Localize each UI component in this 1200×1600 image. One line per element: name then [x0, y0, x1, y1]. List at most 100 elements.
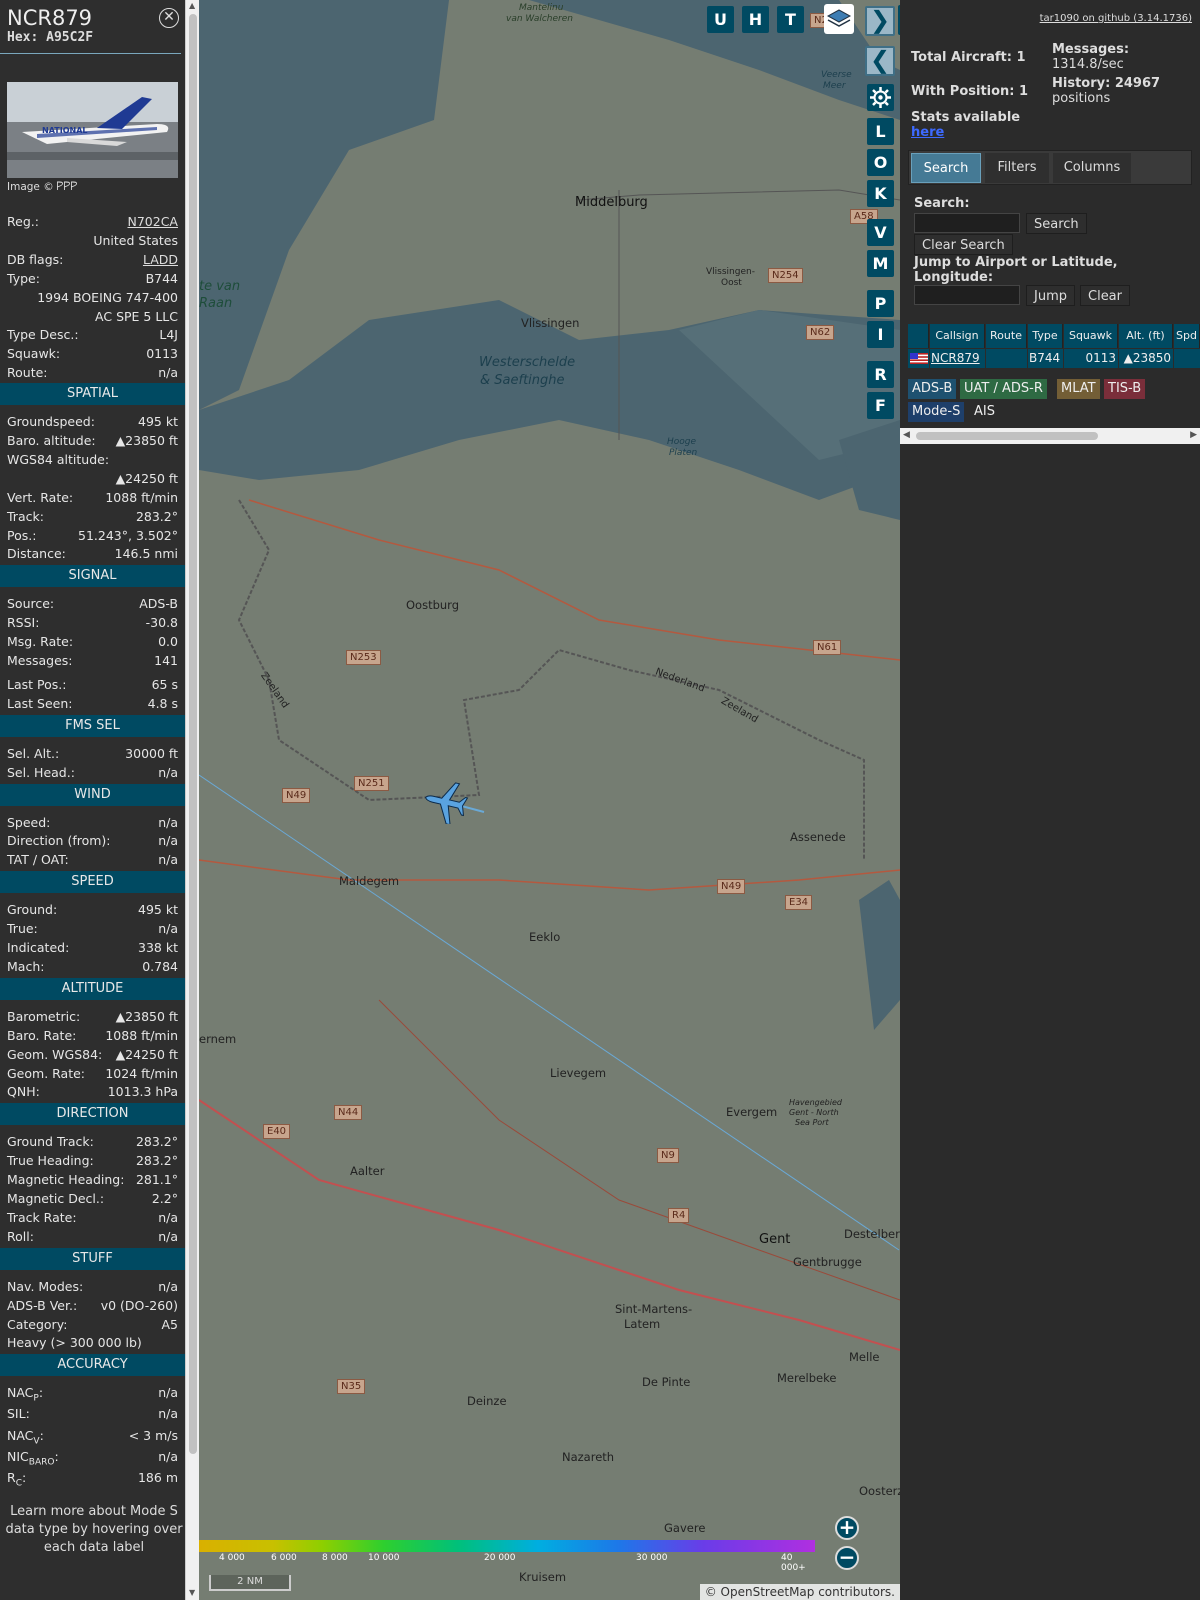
detail-label: NICBARO: [7, 1448, 59, 1468]
map-label: Oostburg [406, 598, 460, 612]
tab-filters[interactable]: Filters [985, 153, 1049, 183]
detail-value: United States [93, 232, 178, 248]
collapse-sidebar-icon[interactable]: ❮ [865, 46, 895, 76]
detail-label: True: [7, 921, 38, 937]
map-view[interactable]: Middelburg Vlissingen Westerschelde & Sa… [199, 0, 900, 1600]
toolbar-button-h[interactable]: H [742, 6, 769, 33]
detail-value[interactable]: N702CA [128, 212, 179, 231]
road-shield: N49 [717, 879, 746, 894]
detail-label: Distance: [7, 546, 66, 562]
road-shield: N9 [657, 1148, 679, 1163]
map-label: Melle [849, 1350, 880, 1364]
legend-tick: 30 000 [636, 1553, 668, 1563]
detail-value: 1013.3 hPa [107, 1084, 178, 1100]
map-label: Sea Port [795, 1118, 829, 1127]
aircraft-photo[interactable]: NATIONAL [7, 82, 178, 178]
gear-icon [870, 87, 891, 108]
detail-value: 0.0 [158, 634, 178, 650]
section-header-wind: WIND [0, 783, 185, 806]
section-header-fms-sel: FMS SEL [0, 714, 185, 737]
version-link[interactable]: tar1090 on github (3.14.1736) [1040, 13, 1192, 24]
detail-row: RSSI: -30.8 [7, 613, 178, 632]
map-button-r[interactable]: R [867, 361, 894, 388]
selected-panel-scrollbar[interactable]: ▲ ▼ [185, 0, 199, 1600]
expand-sidebar-icon[interactable]: ❯ [865, 6, 895, 36]
scrollbar-thumb[interactable] [916, 432, 1098, 440]
settings-gear-icon[interactable] [867, 84, 894, 111]
detail-row: Sel. Alt.: 30000 ft [7, 744, 178, 763]
map-button-v[interactable]: V [867, 219, 894, 246]
table-horizontal-scrollbar[interactable]: ◀ ▶ [900, 428, 1200, 444]
detail-label: Baro. altitude: [7, 433, 96, 448]
source-chip-ais: AIS [974, 404, 995, 419]
aircraft-marker[interactable] [421, 780, 469, 824]
detail-value: n/a [158, 814, 178, 830]
detail-value: n/a [158, 1406, 178, 1422]
detail-label: Route: [7, 365, 48, 381]
clear-search-button[interactable]: Clear Search [914, 234, 1013, 255]
search-input[interactable] [914, 213, 1020, 233]
detail-label: Ground: [7, 902, 58, 918]
search-button[interactable]: Search [1026, 213, 1087, 234]
map-button-p[interactable]: P [867, 290, 894, 317]
history-label: History: 24967 [1052, 76, 1161, 91]
close-icon[interactable]: ✕ [159, 8, 179, 28]
detail-label: Msg. Rate: [7, 634, 74, 650]
table-cell-callsign[interactable]: NCR879 [930, 349, 985, 368]
detail-row: Distance: 146.5 nmi [7, 544, 178, 563]
map-label: Oost [721, 278, 742, 288]
detail-value: 51.243°, 3.502° [78, 527, 178, 543]
clear-jump-button[interactable]: Clear [1080, 285, 1130, 306]
map-label: Middelburg [575, 195, 648, 210]
toolbar-button-u[interactable]: U [707, 6, 734, 33]
stats-link[interactable]: here [911, 125, 944, 140]
map-button-l[interactable]: L [867, 118, 894, 145]
scrollbar-thumb[interactable] [189, 14, 197, 1454]
detail-row: Direction (from): n/a [7, 831, 178, 850]
zoom-out-icon[interactable]: − [835, 1546, 859, 1570]
tab-columns[interactable]: Columns [1053, 153, 1131, 183]
detail-label: True Heading: [7, 1153, 94, 1169]
map-label: Assenede [790, 830, 846, 844]
detail-label: Sel. Head.: [7, 764, 75, 780]
table-row[interactable]: NCR879 B744 0113 ▲23850 [908, 324, 1200, 369]
detail-value: < 3 m/s [128, 1427, 178, 1443]
map-attribution[interactable]: © OpenStreetMap contributors. [699, 1584, 900, 1600]
map-label: te van [199, 279, 241, 294]
map-label: Hooge [667, 437, 697, 447]
jump-button[interactable]: Jump [1026, 285, 1075, 306]
selected-hex: Hex: A95C2F [7, 30, 94, 45]
zoom-in-icon[interactable]: + [835, 1516, 859, 1540]
map-button-k[interactable]: K [867, 180, 894, 207]
sidebar-tabs: Search Filters Columns [908, 150, 1192, 185]
legend-tick: 6 000 [271, 1553, 297, 1563]
detail-value[interactable]: LADD [143, 250, 178, 269]
map-label: Mantelinu [519, 3, 564, 13]
detail-label-text: NAC [7, 1427, 34, 1443]
toolbar-button-t[interactable]: T [777, 6, 804, 33]
detail-label: Ground Track: [7, 1134, 94, 1150]
detail-label: Mach: [7, 958, 45, 974]
map-button-f[interactable]: F [867, 392, 894, 419]
detail-row: Vert. Rate: 1088 ft/min [7, 488, 178, 507]
map-button-i[interactable]: I [867, 321, 894, 348]
us-flag-icon [908, 349, 929, 368]
map-scale-bar: 2 NM [209, 1575, 291, 1591]
resize-panels-icon[interactable]: ◀▶ [898, 5, 900, 35]
detail-value: n/a [158, 1209, 178, 1225]
road-shield: N62 [806, 325, 835, 340]
detail-value: n/a [158, 833, 178, 849]
detail-label: Geom. WGS84: [7, 1046, 103, 1062]
legend-tick: 40 000+ [781, 1553, 806, 1573]
tab-search[interactable]: Search [911, 153, 981, 183]
road-shield: N254 [768, 268, 803, 283]
jump-input[interactable] [914, 285, 1020, 305]
map-button-m[interactable]: M [867, 250, 894, 277]
photo-credit: Image © 𐊕𐊕𐊕 [7, 181, 78, 193]
selected-callsign: NCR879 [7, 6, 93, 30]
map-label: Lievegem [550, 1066, 607, 1080]
detail-value: B744 [145, 270, 178, 286]
detail-label: Roll: [7, 1228, 34, 1244]
map-button-o[interactable]: O [867, 149, 894, 176]
layers-button[interactable] [824, 4, 854, 34]
